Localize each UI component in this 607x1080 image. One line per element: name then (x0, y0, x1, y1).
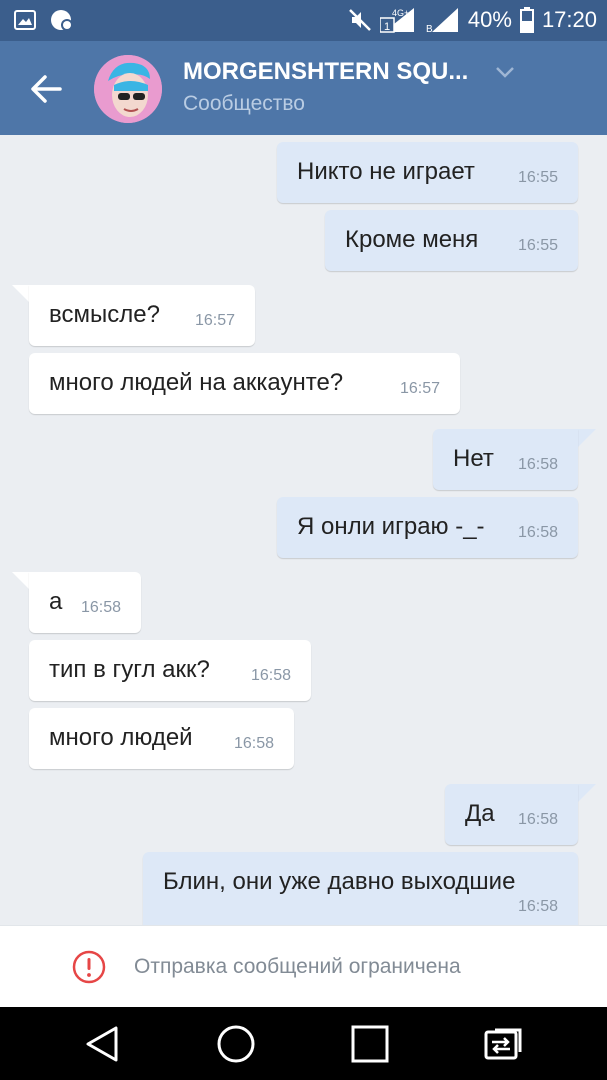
message-time: 16:58 (80, 599, 121, 616)
message-time: 16:58 (517, 524, 558, 541)
home-circle-icon[interactable] (216, 1024, 256, 1064)
restricted-footer: Отправка сообщений ограничена (0, 925, 607, 1007)
restriction-message: Отправка сообщений ограничена (134, 955, 461, 978)
message-text: Я онли играю -_- (297, 513, 485, 540)
signal-sim1-icon: 1 4G+ (379, 8, 414, 33)
back-arrow-icon[interactable] (26, 69, 66, 109)
message-text: много людей (49, 724, 193, 751)
message-time: 16:55 (517, 169, 558, 186)
message-time: 16:57 (194, 312, 235, 329)
message-time: 16:58 (517, 456, 558, 473)
sim1-label: 1 (384, 21, 390, 33)
bubble-tail (12, 572, 30, 590)
avatar[interactable] (94, 55, 162, 123)
status-left-icons (14, 8, 74, 32)
message-bubble-outgoing[interactable]: Да 16:58 (445, 784, 578, 845)
message-text: а (49, 588, 63, 615)
message-text: Кроме меня (345, 226, 479, 253)
message-text: тип в гугл акк? (49, 656, 210, 683)
chat-subtitle: Сообщество (183, 92, 305, 115)
message-bubble-outgoing[interactable]: Блин, они уже давно выходшие 16:58 (143, 852, 578, 925)
app-notification-icon (51, 10, 73, 31)
message-time: 16:57 (399, 380, 440, 397)
avatar-image (94, 55, 162, 123)
message-text: много людей на аккаунте? (49, 369, 344, 396)
battery-icon (519, 7, 534, 33)
message-text: всмысле? (49, 301, 160, 328)
chat-header: MORGENSHTERN SQU... Сообщество (0, 41, 607, 135)
message-list[interactable]: Никто не играет 16:55 Кроме меня 16:55 в… (0, 135, 607, 925)
message-time: 16:58 (517, 811, 558, 828)
back-triangle-icon[interactable] (82, 1024, 122, 1064)
bubble-tail (12, 285, 30, 303)
chat-title[interactable]: MORGENSHTERN SQU... (183, 58, 468, 86)
message-time: 16:58 (250, 667, 291, 684)
message-bubble-incoming[interactable]: тип в гугл акк? 16:58 (29, 640, 311, 701)
clock: 17:20 (541, 7, 597, 32)
signal-sim2-icon: B (426, 8, 458, 34)
chevron-down-icon[interactable] (494, 65, 516, 79)
message-bubble-outgoing[interactable]: Нет 16:58 (433, 429, 578, 490)
message-bubble-incoming[interactable]: а 16:58 (29, 572, 141, 633)
sim2-label: B (426, 24, 433, 34)
message-bubble-outgoing[interactable]: Никто не играет 16:55 (277, 142, 578, 203)
battery-percent: 40% (467, 7, 512, 32)
message-text: Нет (453, 445, 494, 472)
message-bubble-incoming[interactable]: всмысле? 16:57 (29, 285, 255, 346)
switch-apps-icon[interactable] (483, 1024, 523, 1064)
recents-square-icon[interactable] (350, 1024, 390, 1064)
bubble-tail (578, 429, 596, 447)
network-label: 4G+ (392, 8, 409, 18)
message-text: Да (465, 800, 495, 827)
message-time: 16:58 (233, 735, 274, 752)
message-text: Никто не играет (297, 158, 475, 185)
message-time: 16:58 (517, 898, 558, 915)
status-right-icons: 1 4G+ B 40% 17:20 (348, 6, 597, 34)
message-time: 16:55 (517, 237, 558, 254)
message-bubble-outgoing[interactable]: Я онли играю -_- 16:58 (277, 497, 578, 558)
message-bubble-incoming[interactable]: много людей 16:58 (29, 708, 294, 769)
bubble-tail (578, 784, 596, 802)
mute-icon (349, 9, 371, 31)
gallery-notification-icon (14, 10, 36, 30)
message-bubble-outgoing[interactable]: Кроме меня 16:55 (325, 210, 578, 271)
message-bubble-incoming[interactable]: много людей на аккаунте? 16:57 (29, 353, 460, 414)
android-navbar (0, 1007, 607, 1080)
message-text: Блин, они уже давно выходшие (163, 868, 516, 895)
warning-circle-icon (72, 950, 106, 984)
status-bar: 1 4G+ B 40% 17:20 (0, 0, 607, 41)
